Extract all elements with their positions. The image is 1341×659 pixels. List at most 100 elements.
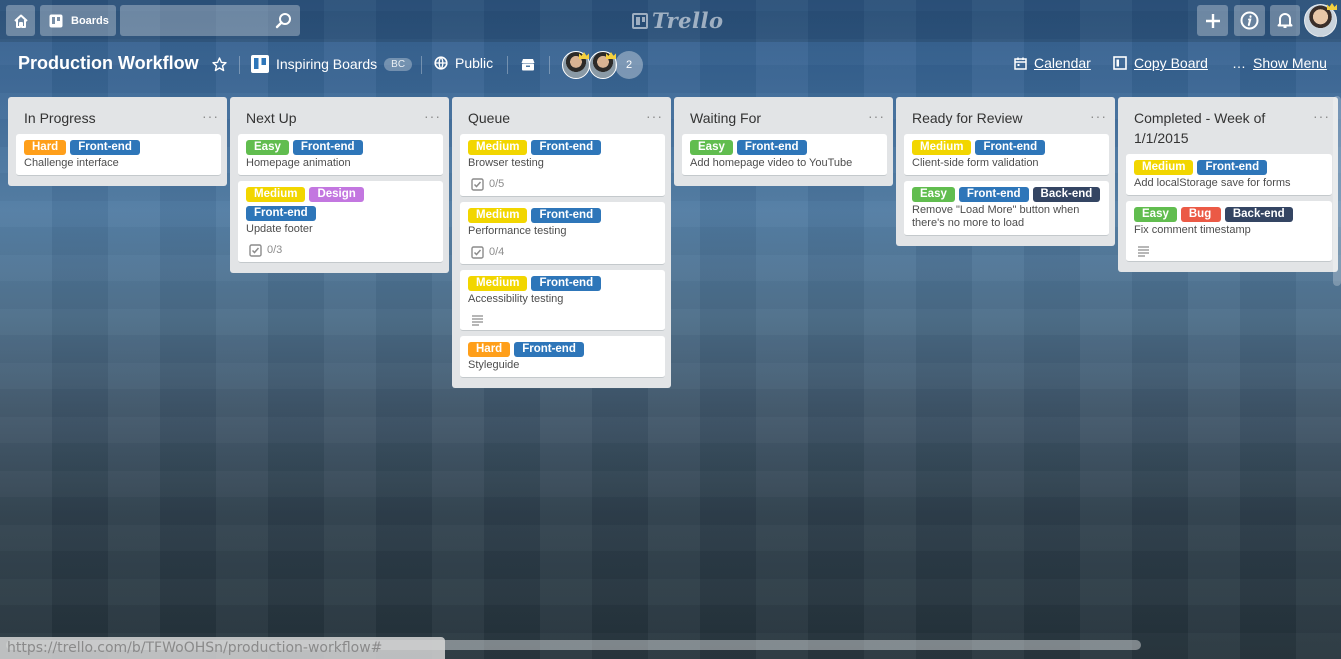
card-label: Front-end bbox=[975, 140, 1046, 155]
logo-text: Trello bbox=[652, 8, 724, 33]
home-button[interactable] bbox=[6, 5, 35, 36]
list-menu-icon[interactable]: ··· bbox=[1090, 108, 1107, 123]
card-title: Performance testing bbox=[468, 225, 567, 237]
card-label: Medium bbox=[468, 208, 528, 223]
info-icon bbox=[1240, 11, 1259, 30]
card-title: Add localStorage save for forms bbox=[1134, 177, 1291, 189]
list[interactable]: Ready for Review ··· Medium Front-end Cl… bbox=[896, 97, 1115, 246]
card[interactable]: Easy Front-end Back-end Remove "Load Mor… bbox=[904, 181, 1109, 236]
list-menu-icon[interactable]: ··· bbox=[646, 108, 663, 123]
show-menu-button[interactable]: … Show Menu bbox=[1232, 55, 1327, 71]
show-menu-label: Show Menu bbox=[1253, 55, 1327, 71]
card-title: Homepage animation bbox=[246, 157, 351, 169]
card-label: Front-end bbox=[70, 140, 140, 155]
list[interactable]: Next Up ··· Easy Front-end Homepage anim… bbox=[230, 97, 449, 273]
team-badge: BC bbox=[384, 57, 413, 71]
list[interactable]: Completed - Week of 1/1/2015 ··· Medium … bbox=[1118, 97, 1338, 272]
calendar-label: Calendar bbox=[1034, 55, 1091, 71]
list[interactable]: Waiting For ··· Easy Front-end Add homep… bbox=[674, 97, 893, 186]
vertical-scrollbar[interactable] bbox=[1333, 96, 1341, 286]
team-link[interactable]: Inspiring Boards BC bbox=[251, 55, 413, 73]
checklist-badge: 0/5 bbox=[468, 177, 657, 191]
list-menu-icon[interactable]: ··· bbox=[424, 108, 441, 123]
list-menu-icon[interactable]: ··· bbox=[868, 108, 885, 123]
list-title[interactable]: In Progress bbox=[24, 108, 96, 128]
card-label: Medium bbox=[246, 187, 306, 202]
search-input[interactable] bbox=[120, 5, 270, 36]
plus-icon bbox=[1205, 13, 1220, 28]
status-url: https://trello.com/b/TFWoOHSn/production… bbox=[0, 637, 445, 659]
board-icon bbox=[49, 14, 63, 27]
card-title: Accessibility testing bbox=[468, 293, 564, 305]
list-menu-icon[interactable]: ··· bbox=[202, 108, 219, 123]
search-box[interactable] bbox=[120, 5, 300, 36]
list[interactable]: In Progress ··· Hard Front-end Challenge… bbox=[8, 97, 227, 186]
info-button[interactable] bbox=[1234, 5, 1265, 36]
card-label: Medium bbox=[1134, 160, 1194, 175]
card[interactable]: Easy Front-end Homepage animation bbox=[238, 134, 443, 176]
card-label: Hard bbox=[24, 140, 67, 155]
trello-logo[interactable]: Trello bbox=[632, 8, 724, 33]
card-label: Back-end bbox=[1224, 207, 1293, 222]
card-title: Challenge interface bbox=[24, 157, 119, 169]
home-icon bbox=[13, 14, 28, 28]
card[interactable]: Hard Front-end Challenge interface bbox=[16, 134, 221, 176]
card[interactable]: Medium Front-end Browser testing 0/5 bbox=[460, 134, 665, 197]
card-title: Styleguide bbox=[468, 359, 520, 371]
checklist-count: 0/5 bbox=[489, 178, 505, 190]
list[interactable]: Queue ··· Medium Front-end Browser testi… bbox=[452, 97, 671, 388]
card-label: Design bbox=[309, 187, 364, 202]
copy-board-label: Copy Board bbox=[1134, 55, 1208, 71]
checklist-badge: 0/3 bbox=[246, 243, 435, 257]
card-label: Front-end bbox=[958, 187, 1029, 202]
checklist-count: 0/3 bbox=[267, 244, 283, 256]
card-label: Front-end bbox=[531, 208, 602, 223]
checklist-badge: 0/4 bbox=[468, 245, 657, 259]
card[interactable]: Medium Design Front-end Update footer 0/… bbox=[238, 181, 443, 263]
list-menu-icon[interactable]: ··· bbox=[1313, 108, 1330, 123]
card[interactable]: Medium Front-end Accessibility testing bbox=[460, 270, 665, 331]
calendar-icon bbox=[1014, 57, 1027, 70]
card-title: Fix comment timestamp bbox=[1134, 224, 1251, 236]
board-title[interactable]: Production Workflow bbox=[18, 53, 199, 74]
ellipsis-icon: … bbox=[1232, 55, 1246, 71]
card-label: Easy bbox=[690, 140, 733, 155]
add-button[interactable] bbox=[1197, 5, 1228, 36]
checklist-icon bbox=[471, 177, 484, 191]
divider bbox=[239, 56, 240, 74]
copy-board-icon bbox=[1113, 56, 1127, 70]
boards-button[interactable]: Boards bbox=[40, 5, 116, 36]
list-title[interactable]: Next Up bbox=[246, 108, 297, 128]
card[interactable]: Medium Front-end Add localStorage save f… bbox=[1126, 154, 1332, 196]
list-title[interactable]: Queue bbox=[468, 108, 510, 128]
divider bbox=[549, 56, 550, 74]
card[interactable]: Medium Front-end Performance testing 0/4 bbox=[460, 202, 665, 265]
divider bbox=[507, 56, 508, 74]
card-label: Medium bbox=[912, 140, 972, 155]
card[interactable]: Hard Front-end Styleguide bbox=[460, 336, 665, 378]
card-label: Front-end bbox=[1197, 160, 1268, 175]
archive-icon[interactable] bbox=[521, 58, 535, 71]
checklist-icon bbox=[249, 243, 262, 257]
card[interactable]: Medium Front-end Client-side form valida… bbox=[904, 134, 1109, 176]
copy-board-button[interactable]: Copy Board bbox=[1113, 55, 1208, 71]
notifications-button[interactable] bbox=[1270, 5, 1300, 36]
card[interactable]: Easy Front-end Add homepage video to You… bbox=[682, 134, 887, 176]
calendar-button[interactable]: Calendar bbox=[1014, 55, 1091, 71]
list-title[interactable]: Waiting For bbox=[690, 108, 761, 128]
description-icon bbox=[472, 315, 483, 326]
list-title[interactable]: Completed - Week of 1/1/2015 bbox=[1134, 108, 1294, 148]
checklist-count: 0/4 bbox=[489, 246, 505, 258]
team-name: Inspiring Boards bbox=[276, 56, 378, 72]
card[interactable]: Easy Bug Back-end Fix comment timestamp bbox=[1126, 201, 1332, 262]
visibility-button[interactable]: Public bbox=[434, 55, 493, 71]
card-label: Bug bbox=[1180, 207, 1221, 222]
bell-icon bbox=[1277, 13, 1293, 28]
search-icon[interactable] bbox=[275, 12, 292, 29]
list-title[interactable]: Ready for Review bbox=[912, 108, 1023, 128]
card-label: Back-end bbox=[1032, 187, 1101, 202]
visibility-label: Public bbox=[455, 55, 494, 71]
star-icon[interactable] bbox=[212, 57, 227, 72]
card-title: Browser testing bbox=[468, 157, 544, 169]
member-count[interactable]: 2 bbox=[615, 51, 643, 79]
